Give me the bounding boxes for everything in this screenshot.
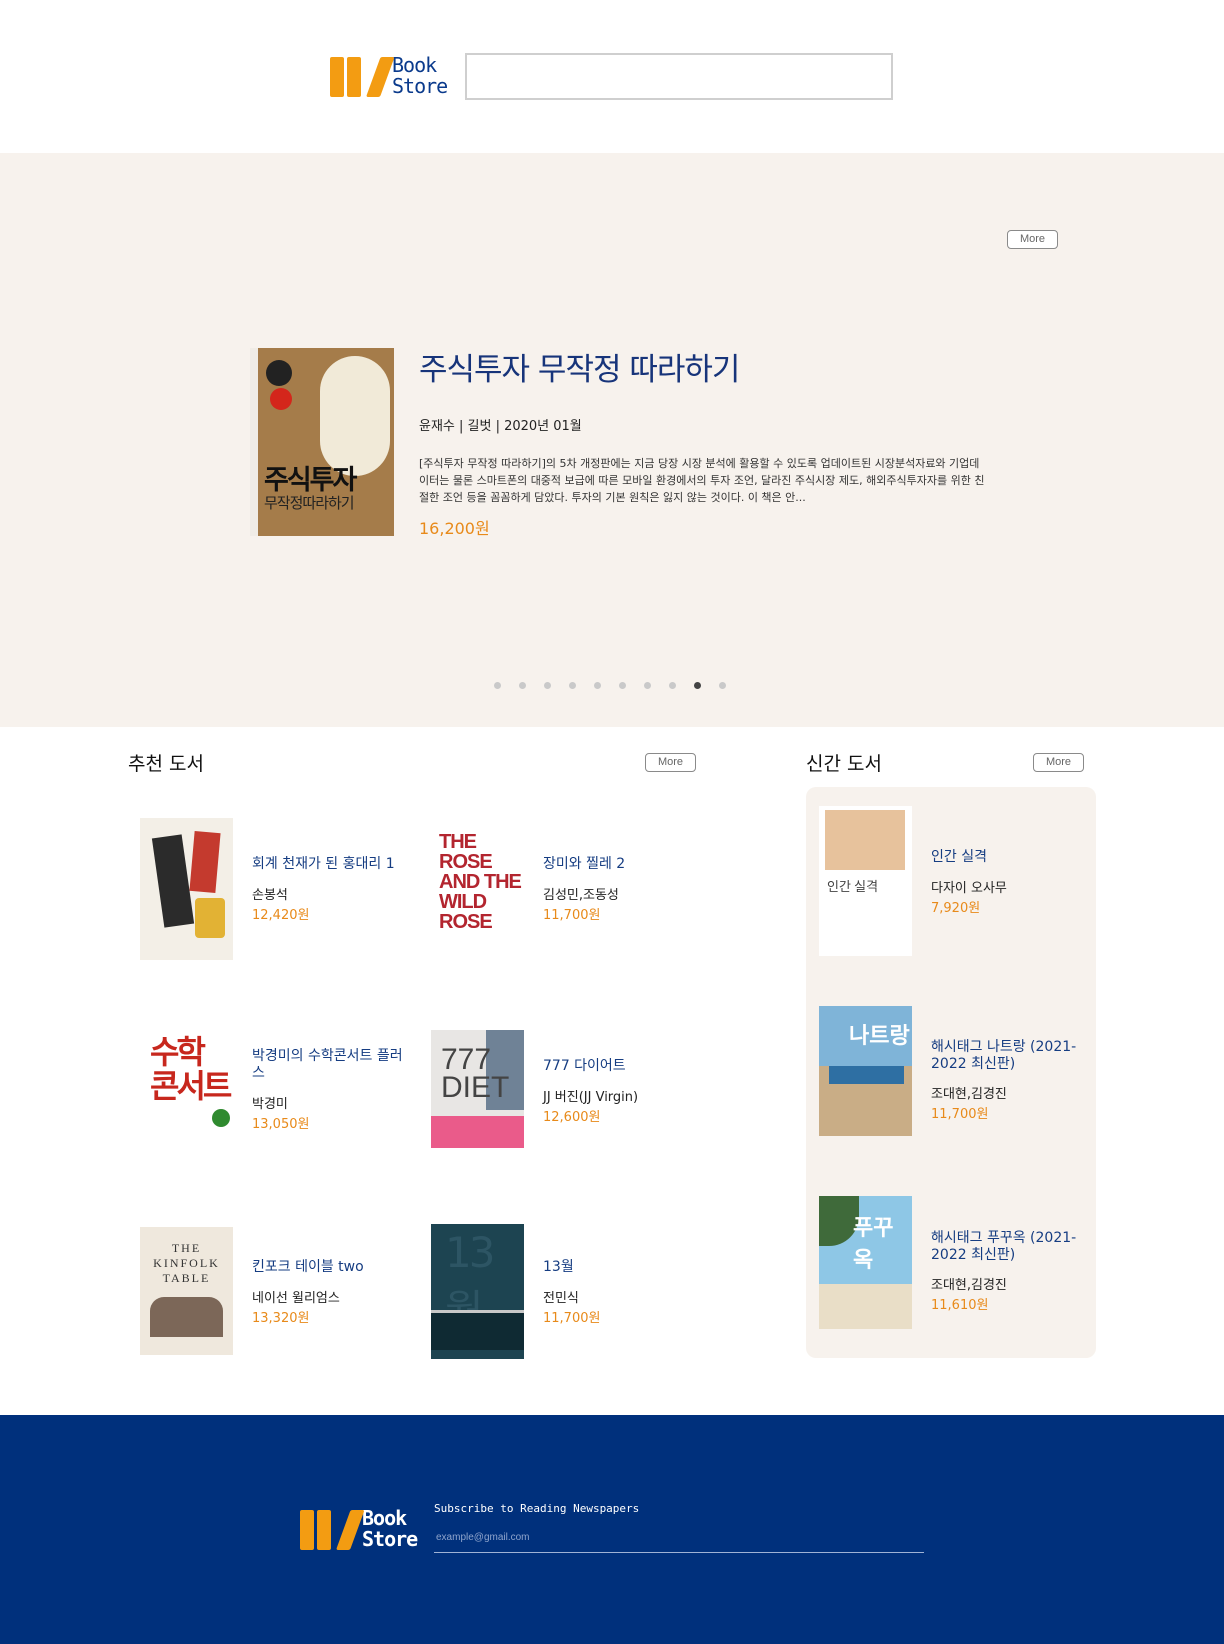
book-price: 11,610원 (931, 1298, 989, 1313)
book-card[interactable]: 777 DIET 777 다이어트 JJ 버진(JJ Virgin) 12,60… (431, 1024, 721, 1174)
carousel-dot[interactable] (719, 682, 726, 689)
carousel-dot[interactable] (694, 682, 701, 689)
book-title[interactable]: 777 다이어트 (543, 1058, 703, 1075)
carousel-dot[interactable] (494, 682, 501, 689)
book-card[interactable]: THE ROSE AND THE WILD ROSE 장미와 찔레 2 김성민,… (431, 815, 721, 965)
recommended-more-button[interactable]: More (645, 753, 696, 772)
book-cover[interactable]: THE ROSE AND THE WILD ROSE (431, 818, 524, 960)
cover-text: 수학 콘서트 (150, 1033, 232, 1105)
book-card[interactable]: 13월 13월 전민식 11,700원 (431, 1224, 721, 1374)
book-author: 네이선 윌리엄스 (252, 1291, 340, 1306)
book-author: 조대현,김경진 (931, 1278, 1007, 1293)
book-card[interactable]: 회계 천재가 된 홍대리 1 손봉석 12,420원 (140, 815, 430, 965)
carousel-dot[interactable] (644, 682, 651, 689)
subscribe-email-input[interactable] (434, 1523, 924, 1553)
featured-book-price: 16,200원 (419, 519, 490, 538)
book-cover[interactable]: THE KINFOLK TABLE (140, 1227, 233, 1355)
book-price: 13,320원 (252, 1311, 310, 1326)
book-cover[interactable]: 13월 (431, 1224, 524, 1359)
cover-text: THE KINFOLK TABLE (153, 1241, 220, 1285)
book-price: 7,920원 (931, 901, 981, 916)
book-card[interactable]: 나트랑 해시태그 나트랑 (2021-2022 최신판) 조대현,김경진 11,… (819, 1006, 1089, 1146)
book-card[interactable]: 인간 실격 인간 실격 다자이 오사무 7,920원 (819, 806, 1089, 956)
book-cover[interactable]: 인간 실격 (819, 806, 912, 956)
book-card[interactable]: THE KINFOLK TABLE 킨포크 테이블 two 네이선 윌리엄스 1… (140, 1224, 430, 1374)
recommended-section-title: 추천 도서 (128, 753, 204, 775)
book-author: 다자이 오사무 (931, 881, 1007, 896)
new-books-panel: 인간 실격 인간 실격 다자이 오사무 7,920원 나트랑 해시태그 나트랑 … (806, 787, 1096, 1358)
book-author: JJ 버진(JJ Virgin) (543, 1090, 639, 1105)
book-title[interactable]: 인간 실격 (931, 849, 1081, 866)
cover-text: 인간 실격 (827, 879, 879, 894)
bookstore-logo-icon (330, 55, 395, 97)
featured-book-description: [주식투자 무작정 따라하기]의 5차 개정판에는 지금 당장 시장 분석에 활… (419, 457, 985, 504)
book-title[interactable]: 해시태그 푸꾸옥 (2021-2022 최신판) (931, 1230, 1081, 1264)
cover-text: 나트랑 (849, 1024, 910, 1049)
book-title[interactable]: 해시태그 나트랑 (2021-2022 최신판) (931, 1039, 1081, 1073)
book-price: 12,600원 (543, 1110, 601, 1125)
featured-book-meta: 윤재수 | 길벗 | 2020년 01월 (419, 419, 582, 434)
book-card[interactable]: 푸꾸옥 해시태그 푸꾸옥 (2021-2022 최신판) 조대현,김경진 11,… (819, 1196, 1089, 1336)
carousel-dot[interactable] (619, 682, 626, 689)
book-cover[interactable]: 나트랑 (819, 1006, 912, 1136)
featured-book-cover[interactable]: 주식투자 무작정따라하기 (250, 348, 394, 536)
book-author: 박경미 (252, 1097, 288, 1112)
book-price: 11,700원 (543, 908, 601, 923)
book-price: 13,050원 (252, 1117, 310, 1132)
book-cover[interactable]: 수학 콘서트 (140, 1027, 233, 1158)
book-price: 11,700원 (931, 1107, 989, 1122)
footer: Book Store Subscribe to Reading Newspape… (0, 1415, 1224, 1644)
subscribe-label: Subscribe to Reading Newspapers (434, 1502, 640, 1515)
book-cover[interactable]: 푸꾸옥 (819, 1196, 912, 1329)
featured-book-carousel: More 주식투자 무작정따라하기 주식투자 무작정 따라하기 윤재수 | 길벗… (0, 153, 1224, 727)
cover-text: THE ROSE AND THE WILD ROSE (439, 831, 522, 933)
book-cover[interactable]: 777 DIET (431, 1030, 524, 1148)
book-author: 조대현,김경진 (931, 1087, 1007, 1102)
footer-logo[interactable]: Book Store (300, 1506, 418, 1551)
carousel-dot[interactable] (519, 682, 526, 689)
logo-text: Book Store (392, 53, 448, 98)
cover-text: 푸꾸옥 (853, 1216, 894, 1273)
book-title[interactable]: 킨포크 테이블 two (252, 1259, 412, 1276)
book-author: 전민식 (543, 1291, 579, 1306)
bookstore-logo-icon (300, 1508, 365, 1550)
new-books-section-title: 신간 도서 (806, 753, 882, 775)
book-price: 11,700원 (543, 1311, 601, 1326)
header: Book Store (0, 0, 1224, 153)
book-card[interactable]: 수학 콘서트 박경미의 수학콘서트 플러스 박경미 13,050원 (140, 1024, 430, 1174)
book-title[interactable]: 장미와 찔레 2 (543, 856, 703, 873)
book-cover[interactable] (140, 818, 233, 960)
search-input[interactable] (465, 53, 893, 100)
book-author: 손봉석 (252, 888, 288, 903)
carousel-dot[interactable] (594, 682, 601, 689)
carousel-dot[interactable] (669, 682, 676, 689)
book-author: 김성민,조동성 (543, 888, 619, 903)
cover-text: 777 DIET (441, 1043, 510, 1104)
carousel-pagination (494, 682, 726, 689)
featured-cover-subtitle: 무작정따라하기 (264, 494, 355, 512)
featured-more-button[interactable]: More (1007, 230, 1058, 249)
footer-logo-text: Book Store (362, 1506, 418, 1551)
book-title[interactable]: 회계 천재가 된 홍대리 1 (252, 856, 412, 873)
site-logo[interactable]: Book Store (330, 53, 448, 98)
carousel-dot[interactable] (544, 682, 551, 689)
book-price: 12,420원 (252, 908, 310, 923)
featured-book-title[interactable]: 주식투자 무작정 따라하기 (419, 344, 740, 389)
book-title[interactable]: 박경미의 수학콘서트 플러스 (252, 1048, 412, 1082)
carousel-dot[interactable] (569, 682, 576, 689)
new-books-more-button[interactable]: More (1033, 753, 1084, 772)
book-title[interactable]: 13월 (543, 1259, 703, 1276)
